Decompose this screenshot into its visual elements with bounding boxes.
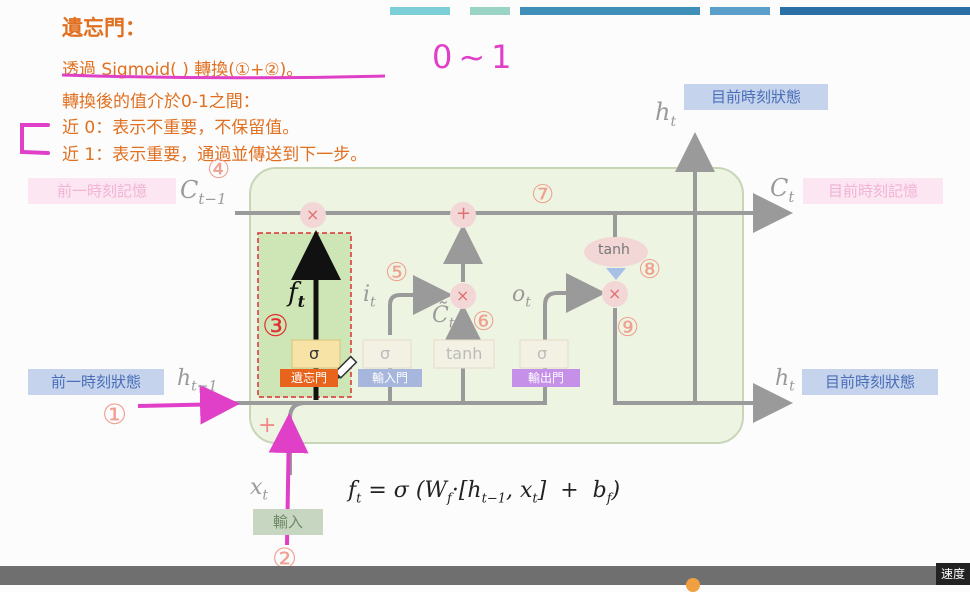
num-8: ⑧: [638, 255, 662, 285]
h-top-box: 目前時刻狀態: [684, 84, 828, 110]
input-sigma-label: σ: [380, 344, 391, 363]
annotation-underline: [61, 73, 386, 80]
ctilde-label: C̃t: [432, 303, 455, 332]
h-prev-box: 前一時刻狀態: [28, 369, 164, 395]
tanh-box-label: tanh: [446, 344, 483, 363]
video-player-bar: [0, 566, 970, 585]
output-gate-tag: 輸出門: [512, 369, 580, 387]
num-5: ⑤: [385, 258, 409, 288]
ht-right-label: ht: [775, 366, 795, 395]
xt-label: xt: [250, 475, 269, 504]
num-6: ⑥: [472, 307, 496, 337]
ht-top-label: ht: [655, 98, 677, 130]
forget-gate-tag: 遺忘門: [280, 369, 338, 387]
handwritten-range: 0~1: [432, 38, 518, 76]
annotation-bracket: [20, 123, 50, 155]
it-label: it: [363, 282, 376, 311]
forget-gate-formula: ft = σ (Wf·[ht−1, xt] + bf): [348, 478, 621, 507]
ft-label: ft: [288, 278, 306, 312]
ht-minus-label: ht−1: [177, 366, 218, 395]
output-multiply-symbol: ×: [608, 284, 622, 303]
progress-dot[interactable]: [686, 578, 700, 592]
svg-text:+: +: [258, 413, 276, 438]
annotation-arrow-1: [137, 384, 240, 425]
input-gate-tag: 輸入門: [358, 369, 422, 387]
num-7: ⑦: [531, 180, 555, 210]
num-4: ④: [207, 155, 231, 185]
input-multiply-symbol: ×: [456, 286, 470, 305]
num-9: ⑨: [616, 313, 640, 343]
plus-symbol: +: [456, 203, 472, 224]
c-prev-box: 前一時刻記憶: [28, 178, 176, 204]
ct-label: Ct: [770, 174, 795, 206]
forget-multiply-symbol: ×: [306, 205, 320, 224]
tanh-op-label: tanh: [598, 242, 630, 258]
speed-button[interactable]: 速度: [936, 563, 970, 585]
num-3: ③: [262, 309, 289, 344]
output-sigma-label: σ: [537, 344, 548, 363]
c-current-box: 目前時刻記憶: [803, 178, 943, 204]
forget-sigma-label: σ: [309, 344, 320, 363]
h-right-box: 目前時刻狀態: [802, 369, 938, 395]
input-box: 輸入: [253, 509, 323, 535]
ot-label: ot: [512, 282, 531, 311]
num-1: ①: [102, 398, 128, 431]
